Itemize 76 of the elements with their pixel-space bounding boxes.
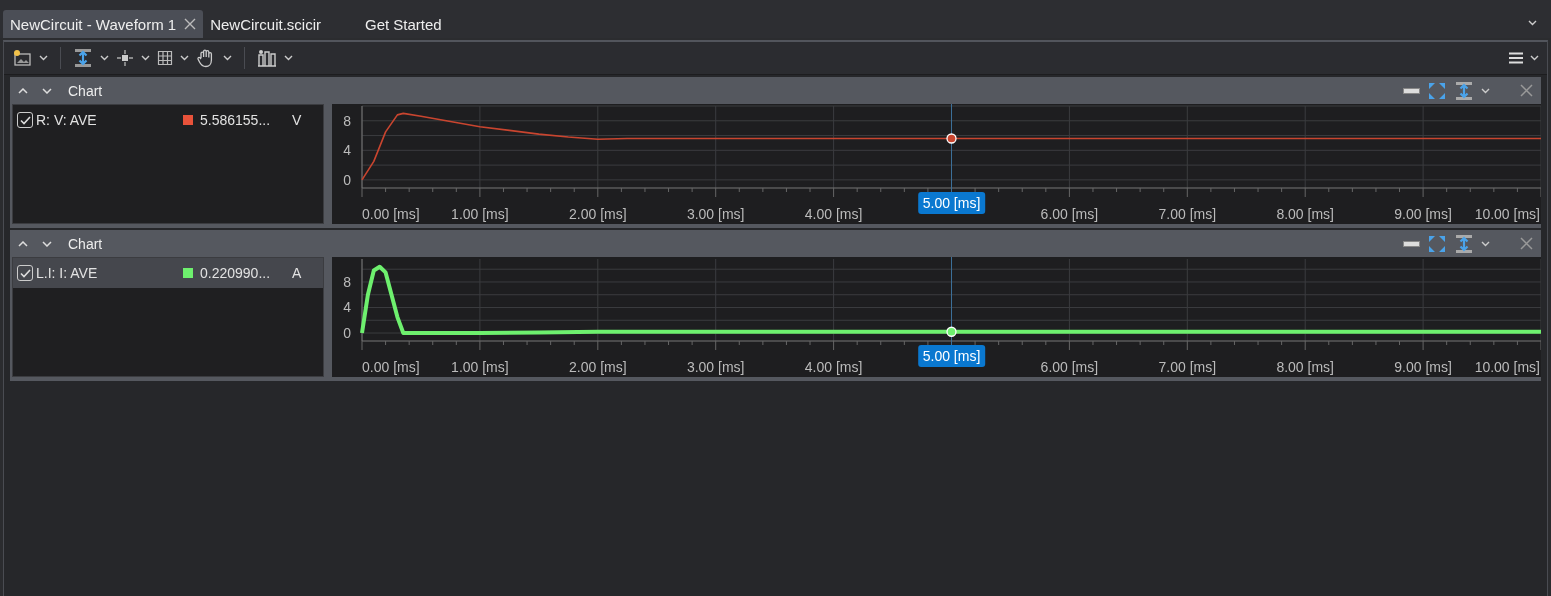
- caret-icon[interactable]: [1481, 87, 1490, 94]
- unit-label: A: [292, 265, 302, 281]
- fit-vertical-icon[interactable]: [73, 48, 93, 68]
- series-name: L.I: I: AVE: [36, 265, 99, 281]
- x-tick-label: 7.00 [ms]: [1158, 206, 1217, 222]
- chevron-up-icon[interactable]: [18, 87, 28, 94]
- image-add-icon[interactable]: [12, 49, 32, 67]
- cursor-label: 5.00 [ms]: [917, 192, 986, 214]
- chevron-down-icon[interactable]: [42, 87, 52, 94]
- cursor-line[interactable]: [951, 257, 952, 346]
- caret-icon[interactable]: [39, 55, 48, 61]
- x-tick-label: 6.00 [ms]: [1040, 206, 1099, 222]
- tab-list-caret-icon[interactable]: [1528, 20, 1537, 26]
- caret-icon[interactable]: [141, 55, 150, 61]
- tab[interactable]: Get Started: [358, 10, 449, 38]
- crosshair-icon[interactable]: [116, 49, 134, 67]
- caret-icon[interactable]: [223, 55, 232, 61]
- x-tick-label: 1.00 [ms]: [451, 206, 509, 222]
- chevron-up-icon[interactable]: [18, 240, 28, 247]
- bar-chart-icon[interactable]: [257, 49, 277, 67]
- fit-vertical-icon[interactable]: [1454, 233, 1474, 254]
- legend-row[interactable]: L.I: I: AVE 0.220990... A: [13, 258, 323, 288]
- y-tick-label: 8: [343, 112, 351, 129]
- y-tick-label: 0: [343, 171, 351, 188]
- x-tick-label: 0.00 [ms]: [362, 359, 420, 375]
- tab[interactable]: NewCircuit.scicir: [203, 10, 328, 38]
- menu-icon[interactable]: [1509, 52, 1523, 64]
- caret-icon[interactable]: [1530, 55, 1539, 61]
- cursor-point: [946, 326, 957, 337]
- expand-icon[interactable]: [1427, 233, 1447, 254]
- x-tick-label: 8.00 [ms]: [1276, 206, 1334, 222]
- cursor-label: 5.00 [ms]: [917, 345, 986, 367]
- legend-row[interactable]: R: V: AVE 5.586155... V: [13, 105, 323, 135]
- fit-vertical-icon[interactable]: [1454, 80, 1474, 101]
- expand-icon[interactable]: [1427, 80, 1447, 101]
- x-tick-label: 1.00 [ms]: [451, 359, 509, 375]
- x-tick-label: 10.00 [ms]: [1474, 206, 1540, 222]
- checkbox[interactable]: [17, 112, 33, 128]
- panel-title: Chart: [68, 82, 103, 99]
- x-tick-label: 0.00 [ms]: [362, 206, 420, 222]
- checkbox[interactable]: [17, 265, 33, 281]
- x-tick-label: 3.00 [ms]: [686, 206, 745, 222]
- minimize-icon[interactable]: [1403, 240, 1420, 247]
- x-tick-label: 9.00 [ms]: [1394, 359, 1452, 375]
- y-tick-label: 4: [343, 299, 351, 316]
- cursor-point: [946, 133, 957, 144]
- close-icon[interactable]: [184, 18, 197, 30]
- chevron-down-icon[interactable]: [42, 240, 52, 247]
- caret-icon[interactable]: [180, 55, 189, 61]
- series-value: 0.220990...: [200, 265, 272, 281]
- x-tick-label: 9.00 [ms]: [1394, 206, 1452, 222]
- series-value: 5.586155...: [200, 112, 272, 128]
- x-tick-label: 7.00 [ms]: [1158, 359, 1217, 375]
- panel-title: Chart: [68, 235, 103, 252]
- grid-icon[interactable]: [157, 50, 173, 66]
- minimize-icon[interactable]: [1403, 87, 1420, 94]
- x-tick-label: 4.00 [ms]: [804, 359, 863, 375]
- x-tick-label: 8.00 [ms]: [1276, 359, 1334, 375]
- y-tick-label: 0: [343, 325, 351, 341]
- series-name: R: V: AVE: [36, 112, 98, 128]
- x-tick-label: 10.00 [ms]: [1474, 359, 1540, 375]
- unit-label: V: [292, 112, 302, 128]
- tab[interactable]: NewCircuit - Waveform 1: [3, 10, 204, 38]
- caret-icon[interactable]: [284, 55, 293, 61]
- x-tick-label: 2.00 [ms]: [569, 206, 627, 222]
- x-tick-label: 4.00 [ms]: [804, 206, 863, 222]
- x-tick-label: 3.00 [ms]: [686, 359, 745, 375]
- y-tick-label: 4: [343, 142, 351, 159]
- x-tick-label: 2.00 [ms]: [569, 359, 627, 375]
- caret-icon[interactable]: [100, 55, 109, 61]
- close-icon[interactable]: [1520, 84, 1533, 97]
- x-tick-label: 6.00 [ms]: [1040, 359, 1099, 375]
- close-icon[interactable]: [1520, 237, 1533, 250]
- cursor-line[interactable]: [951, 104, 952, 193]
- y-tick-label: 8: [343, 273, 351, 290]
- caret-icon[interactable]: [1481, 240, 1490, 247]
